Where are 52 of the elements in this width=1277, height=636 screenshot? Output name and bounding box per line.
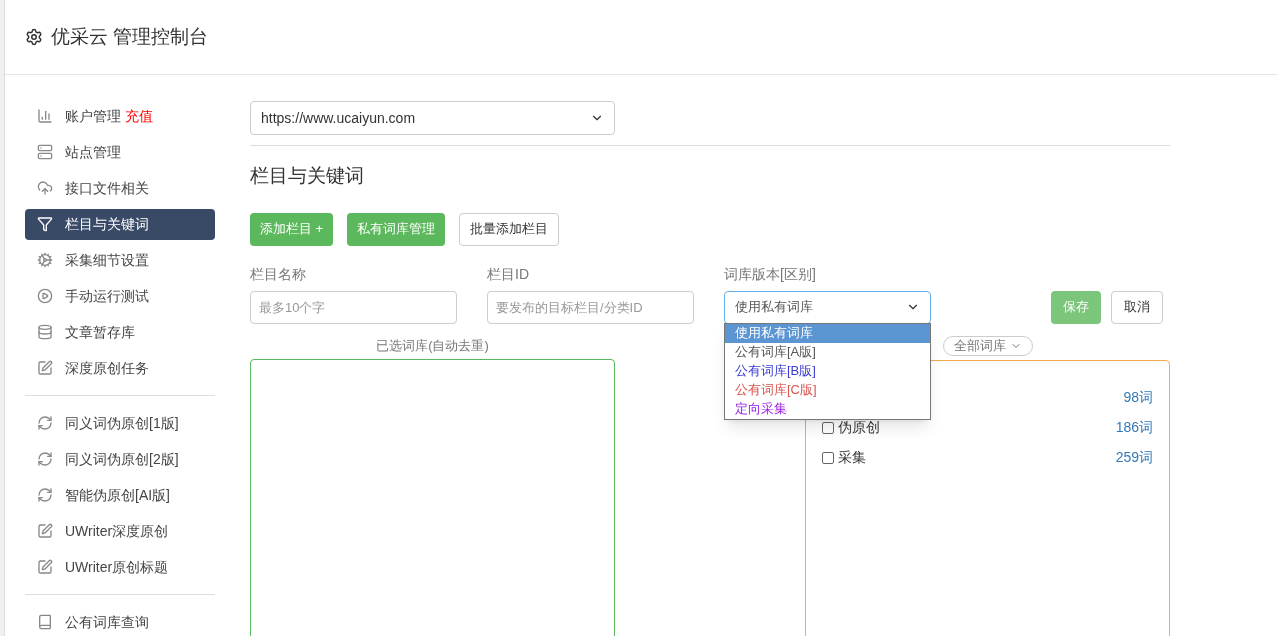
dropdown-option[interactable]: 定向采集 <box>725 399 930 419</box>
refresh-icon <box>37 487 53 503</box>
library-name: 采集 <box>838 448 866 467</box>
site-select[interactable]: https://www.ucaiyun.com <box>250 101 615 135</box>
gears-icon <box>37 252 53 268</box>
play-icon <box>37 288 53 304</box>
dropdown-option[interactable]: 公有词库[C版] <box>725 380 930 400</box>
edit-icon <box>37 360 53 376</box>
dropdown-option[interactable]: 公有词库[A版] <box>725 342 930 362</box>
panel-label: 已选词库(自动去重) <box>376 336 489 355</box>
database-icon <box>37 324 53 340</box>
sidebar-item[interactable]: 深度原创任务 <box>25 352 215 384</box>
field-label: 栏目ID <box>487 264 530 284</box>
field-label: 词库版本[区别] <box>724 264 817 284</box>
sidebar-item[interactable]: 文章暂存库 <box>25 316 215 348</box>
sidebar-item[interactable]: 采集细节设置 <box>25 244 215 276</box>
sidebar-item[interactable]: 手动运行测试 <box>25 280 215 312</box>
sidebar-item[interactable]: UWriter深度原创 <box>25 515 215 547</box>
edit-icon <box>37 523 53 539</box>
sidebar-item[interactable]: 同义词伪原创[1版] <box>25 407 215 439</box>
sidebar-item[interactable]: 智能伪原创[AI版] <box>25 479 215 511</box>
library-name: 伪原创 <box>838 418 880 437</box>
settings-icon <box>25 28 43 46</box>
recharge-badge[interactable]: 充值 <box>125 105 153 127</box>
sidebar-item[interactable]: 接口文件相关 <box>25 172 215 204</box>
sidebar-item[interactable]: 账户管理 充值 <box>25 100 215 132</box>
input-field[interactable]: 要发布的目标栏目/分类ID <box>487 290 694 324</box>
cloud-upload-icon <box>37 180 53 196</box>
cancel-button[interactable]: 取消 <box>1111 290 1163 324</box>
edit-icon <box>37 559 53 575</box>
sidebar-item[interactable]: UWriter原创标题 <box>25 551 215 583</box>
field-label: 栏目名称 <box>250 264 307 284</box>
server-icon <box>37 144 53 160</box>
toolbar-button[interactable]: 批量添加栏目 <box>459 212 560 246</box>
word-count: 186词 <box>1115 418 1153 437</box>
refresh-icon <box>37 451 53 467</box>
refresh-icon <box>37 415 53 431</box>
sidebar-item[interactable]: 同义词伪原创[2版] <box>25 443 215 475</box>
sidebar-item[interactable]: 栏目与关键词 <box>25 208 215 240</box>
input-field[interactable]: 最多10个字 <box>250 290 457 324</box>
word-count: 98词 <box>1123 388 1153 407</box>
filter-icon <box>37 216 53 232</box>
bar-chart-icon <box>37 108 53 124</box>
sidebar-item[interactable]: 站点管理 <box>25 136 215 168</box>
app-title: 优采云 管理控制台 <box>51 24 209 49</box>
section-title: 栏目与关键词 <box>250 164 365 188</box>
dropdown-option[interactable]: 公有词库[B版] <box>725 361 930 381</box>
book-icon <box>37 614 53 630</box>
library-checkbox[interactable] <box>822 421 834 434</box>
library-checkbox[interactable] <box>822 451 834 464</box>
word-count: 259词 <box>1115 448 1153 467</box>
sidebar-item[interactable]: 公有词库查询 <box>25 606 215 636</box>
